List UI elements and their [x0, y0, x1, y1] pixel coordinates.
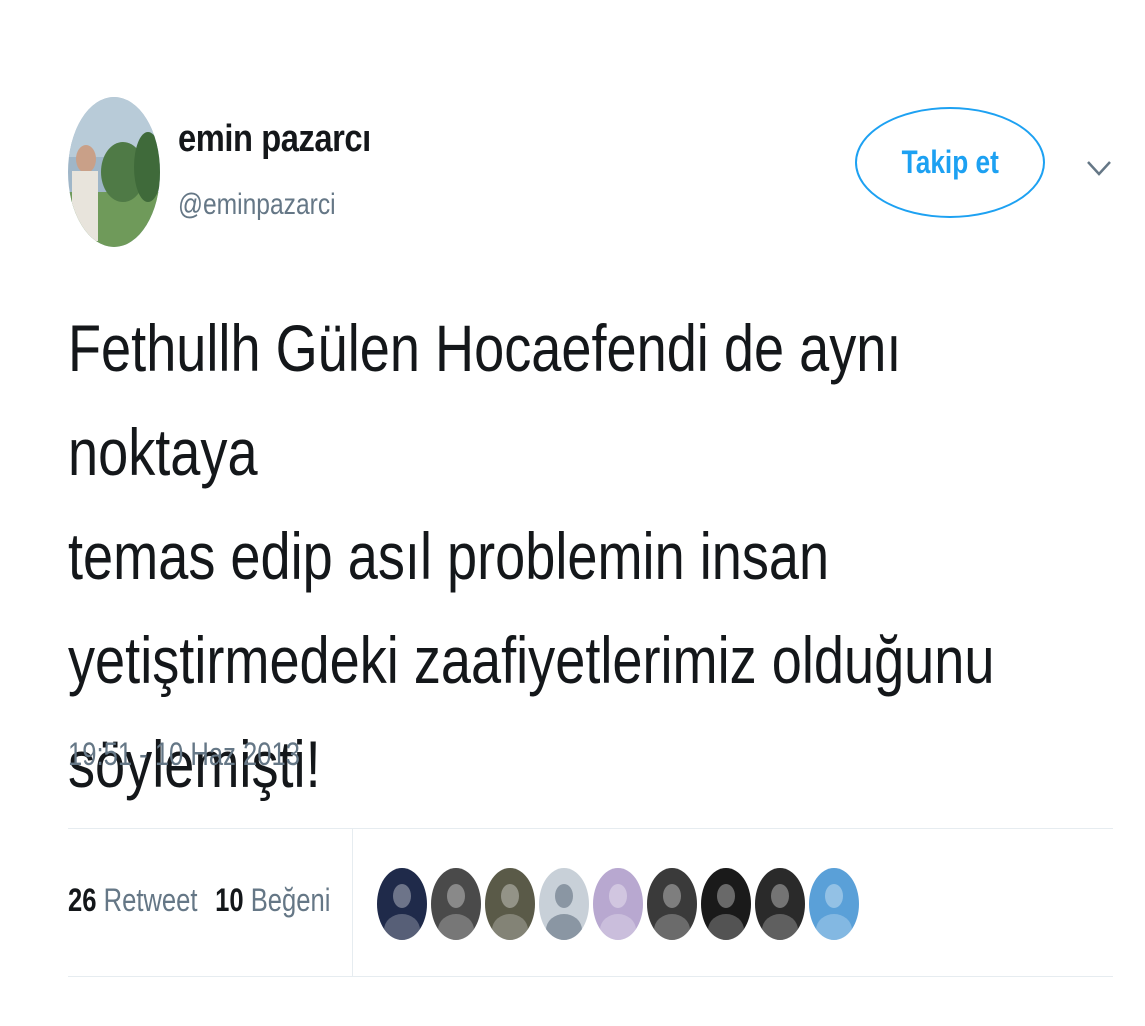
retweet-count: 26 — [68, 882, 97, 918]
avatar-icon — [431, 868, 481, 940]
retweet-label: Retweet — [103, 882, 198, 918]
user-avatar[interactable] — [68, 97, 160, 247]
avatar-icon — [377, 868, 427, 940]
like-stat[interactable]: 10 Beğeni — [215, 882, 330, 918]
liker-avatar-4[interactable] — [539, 868, 589, 940]
liker-avatar-6[interactable] — [647, 868, 697, 940]
liker-avatar-5[interactable] — [593, 868, 643, 940]
tweet-stats: 26 Retweet 10 Beğeni — [68, 882, 330, 919]
tweet-timestamp[interactable]: 19:51 - 10 Haz 2013 — [68, 736, 300, 773]
avatar-icon — [593, 868, 643, 940]
avatar-icon — [755, 868, 805, 940]
liker-avatar-8[interactable] — [755, 868, 805, 940]
likers-avatars — [377, 868, 859, 940]
follow-button-label: Takip et — [901, 144, 999, 180]
user-handle[interactable]: @eminpazarci — [178, 188, 336, 222]
liker-avatar-9[interactable] — [809, 868, 859, 940]
liker-avatar-2[interactable] — [431, 868, 481, 940]
avatar-icon — [701, 868, 751, 940]
stats-divider-bottom — [68, 976, 1113, 977]
tweet-menu-button[interactable] — [1082, 152, 1116, 182]
avatar-icon — [485, 868, 535, 940]
stats-vertical-divider — [352, 829, 353, 976]
liker-avatar-3[interactable] — [485, 868, 535, 940]
avatar-icon — [647, 868, 697, 940]
stats-divider-top — [68, 828, 1113, 829]
liker-avatar-7[interactable] — [701, 868, 751, 940]
chevron-down-icon — [1087, 161, 1111, 176]
retweet-stat[interactable]: 26 Retweet — [68, 882, 198, 918]
like-label: Beğeni — [250, 882, 331, 918]
profile-photo-icon — [68, 97, 160, 247]
avatar-icon — [809, 868, 859, 940]
follow-button[interactable]: Takip et — [855, 107, 1045, 218]
like-count: 10 — [215, 882, 244, 918]
avatar-icon — [539, 868, 589, 940]
liker-avatar-1[interactable] — [377, 868, 427, 940]
display-name[interactable]: emin pazarcı — [178, 118, 371, 161]
